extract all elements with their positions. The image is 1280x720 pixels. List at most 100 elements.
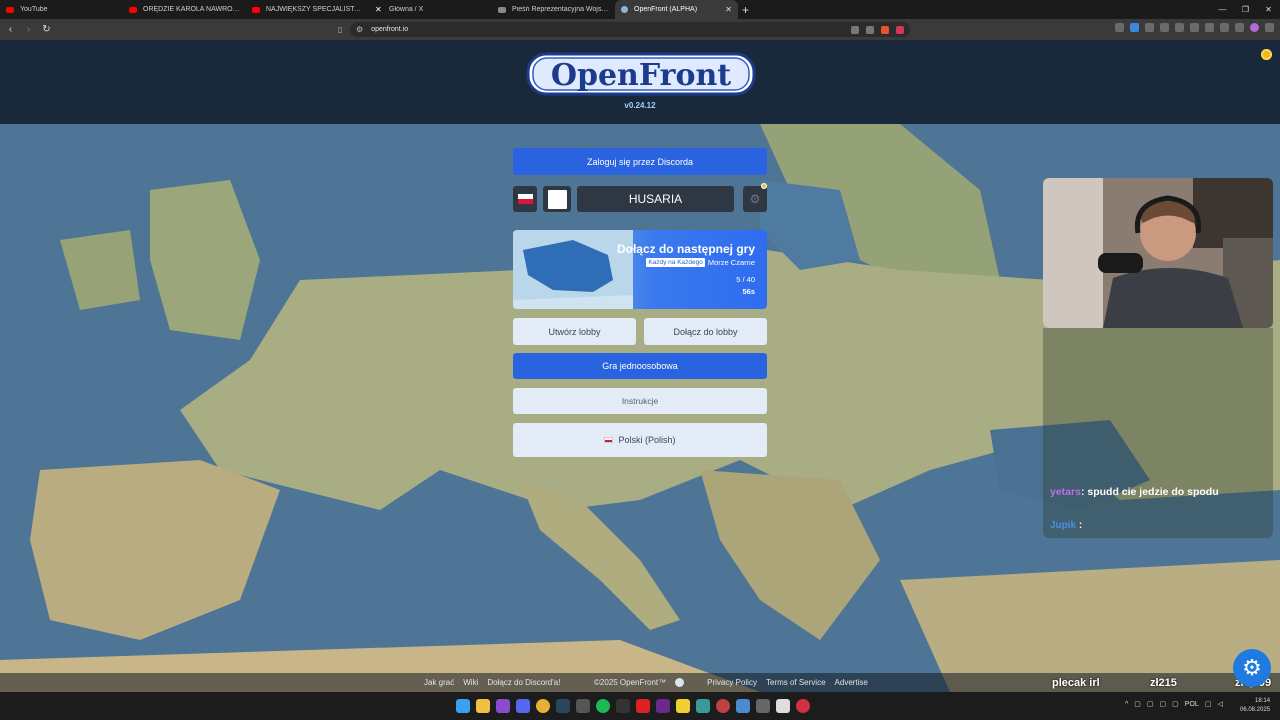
github-icon[interactable] xyxy=(675,678,685,687)
logo-text: OpenFront xyxy=(551,58,731,93)
system-tray: ^ ▢ ▢ ▢ ▢ POL ▢ ◁ xyxy=(1125,700,1223,709)
forward-icon[interactable]: › xyxy=(21,24,36,35)
extension-icon[interactable] xyxy=(1190,23,1199,32)
bookmark-icon[interactable]: ▯ xyxy=(338,25,342,34)
game-mode-tag: Każdy na Każdego xyxy=(646,258,705,267)
extension-icon[interactable] xyxy=(1160,23,1169,32)
app-icon[interactable] xyxy=(616,699,630,713)
extension-icon[interactable] xyxy=(1115,23,1124,32)
tray-icon[interactable]: ▢ xyxy=(1134,700,1141,708)
app-icon[interactable] xyxy=(576,699,590,713)
tab-oredzie[interactable]: ORĘDZIE KAROLA NAWROCKIEGO - xyxy=(123,0,246,19)
chat-message: yetars: spudd cie jedzie do spodu xyxy=(1050,483,1272,501)
tray-chevron-icon[interactable]: ^ xyxy=(1125,701,1128,708)
minimize-icon[interactable]: — xyxy=(1211,0,1234,19)
wiki-link[interactable]: Wiki xyxy=(463,678,478,687)
discord-icon[interactable] xyxy=(516,699,530,713)
extension-icon[interactable] xyxy=(1130,23,1139,32)
spotify-icon[interactable] xyxy=(596,699,610,713)
app-icon[interactable] xyxy=(776,699,790,713)
youtube-icon xyxy=(6,6,14,13)
app-icon[interactable] xyxy=(796,699,810,713)
share-icon[interactable] xyxy=(866,25,874,34)
volume-icon[interactable]: ◁ xyxy=(1217,700,1222,708)
extension-icon[interactable] xyxy=(1220,23,1229,32)
tray-icon[interactable]: ▢ xyxy=(1172,700,1179,708)
advertise-link[interactable]: Advertise xyxy=(835,678,868,687)
tab-youtube[interactable]: YouTube xyxy=(0,0,123,19)
tab-x-home[interactable]: ✕ Główna / X xyxy=(369,0,492,19)
back-icon[interactable]: ‹ xyxy=(3,24,18,35)
tab-title: NAJWIĘKSZY SPECJALISTA OD AI W xyxy=(266,6,363,13)
close-tab-icon[interactable]: ✕ xyxy=(725,5,732,14)
tray-icon[interactable]: ▢ xyxy=(1160,700,1167,708)
privacy-link[interactable]: Privacy Policy xyxy=(707,678,757,687)
discord-link[interactable]: Dołącz do Discord'a! xyxy=(487,678,560,687)
coin-icon[interactable] xyxy=(1261,49,1272,60)
youtube-icon[interactable] xyxy=(636,699,650,713)
taskbar-apps xyxy=(456,699,810,713)
extensions-area xyxy=(1115,23,1274,32)
app-icon[interactable] xyxy=(696,699,710,713)
tab-title: ORĘDZIE KAROLA NAWROCKIEGO - xyxy=(143,6,240,13)
brave-shield-icon[interactable] xyxy=(881,25,889,34)
tab-ai-specialist[interactable]: NAJWIĘKSZY SPECJALISTA OD AI W xyxy=(246,0,369,19)
address-bar[interactable]: ▯ ⚙ openfront.io xyxy=(338,22,910,37)
pattern-selector-button[interactable] xyxy=(543,186,571,212)
tab-openfront[interactable]: OpenFront (ALPHA) ✕ xyxy=(615,0,738,19)
brave-rewards-icon[interactable] xyxy=(896,25,904,34)
tab-title: YouTube xyxy=(20,6,48,13)
join-lobby-button[interactable]: Dołącz do lobby xyxy=(644,318,767,345)
map-preview-black-sea xyxy=(513,230,633,309)
menu-icon[interactable] xyxy=(1265,23,1274,32)
openfront-page: OpenFront v0.24.12 Zaloguj się przez Dis… xyxy=(0,40,1280,692)
steam-icon[interactable] xyxy=(556,699,570,713)
chat-message: Jupik : xyxy=(1050,520,1082,531)
profile-icon[interactable] xyxy=(1250,23,1259,32)
system-clock[interactable]: 18:14 06.08.2025 xyxy=(1240,697,1270,715)
settings-gear-button[interactable]: ⚙ xyxy=(1233,649,1271,687)
app-icon[interactable] xyxy=(756,699,770,713)
app-icon[interactable] xyxy=(716,699,730,713)
new-tab-button[interactable]: + xyxy=(742,3,749,17)
discord-login-button[interactable]: Zaloguj się przez Discorda xyxy=(513,148,767,175)
wifi-icon[interactable]: ▢ xyxy=(1205,700,1212,708)
close-window-icon[interactable]: ✕ xyxy=(1257,0,1280,19)
extension-icon[interactable] xyxy=(1145,23,1154,32)
tab-title: Pieśń Reprezentacyjna Wojska Polsk xyxy=(512,6,609,13)
join-next-game-card[interactable]: Dołącz do następnej gry Każdy na Każdego… xyxy=(513,230,767,309)
reload-icon[interactable]: ↻ xyxy=(39,24,54,35)
app-icon[interactable] xyxy=(496,699,510,713)
how-to-play-link[interactable]: Jak grać xyxy=(424,678,454,687)
username-input[interactable] xyxy=(577,186,734,212)
terms-link[interactable]: Terms of Service xyxy=(766,678,826,687)
tray-icon[interactable]: ▢ xyxy=(1147,700,1154,708)
instructions-button[interactable]: Instrukcje xyxy=(513,388,767,414)
windows-start-icon[interactable] xyxy=(456,699,470,713)
window-controls: — ❐ ✕ xyxy=(1211,0,1280,19)
clock-time: 18:14 xyxy=(1255,698,1271,704)
player-count: 5 / 40 xyxy=(736,275,755,284)
singleplayer-button[interactable]: Gra jednoosobowa xyxy=(513,353,767,379)
tab-piesn[interactable]: Pieśń Reprezentacyjna Wojska Polsk xyxy=(492,0,615,19)
browser-tab-strip: YouTube ORĘDZIE KAROLA NAWROCKIEGO - NAJ… xyxy=(0,0,1280,19)
site-info-icon[interactable]: ⚙ xyxy=(356,25,363,34)
flag-selector-button[interactable] xyxy=(513,186,537,212)
extension-icon[interactable] xyxy=(1205,23,1214,32)
translate-icon[interactable] xyxy=(851,25,859,34)
file-explorer-icon[interactable] xyxy=(476,699,490,713)
notes-icon[interactable] xyxy=(676,699,690,713)
cosmetics-button[interactable]: ⚙ xyxy=(743,186,767,212)
chrome-icon[interactable] xyxy=(536,699,550,713)
language-indicator[interactable]: POL xyxy=(1185,701,1199,708)
page-icon xyxy=(498,6,506,13)
extension-icon[interactable] xyxy=(1175,23,1184,32)
poland-flag-icon xyxy=(517,194,533,204)
maximize-icon[interactable]: ❐ xyxy=(1234,0,1257,19)
language-selector-button[interactable]: Polski (Polish) xyxy=(513,423,767,457)
extension-icon[interactable] xyxy=(1235,23,1244,32)
url-text[interactable]: openfront.io xyxy=(371,26,408,33)
create-lobby-button[interactable]: Utwórz lobby xyxy=(513,318,636,345)
app-icon[interactable] xyxy=(656,699,670,713)
app-icon[interactable] xyxy=(736,699,750,713)
